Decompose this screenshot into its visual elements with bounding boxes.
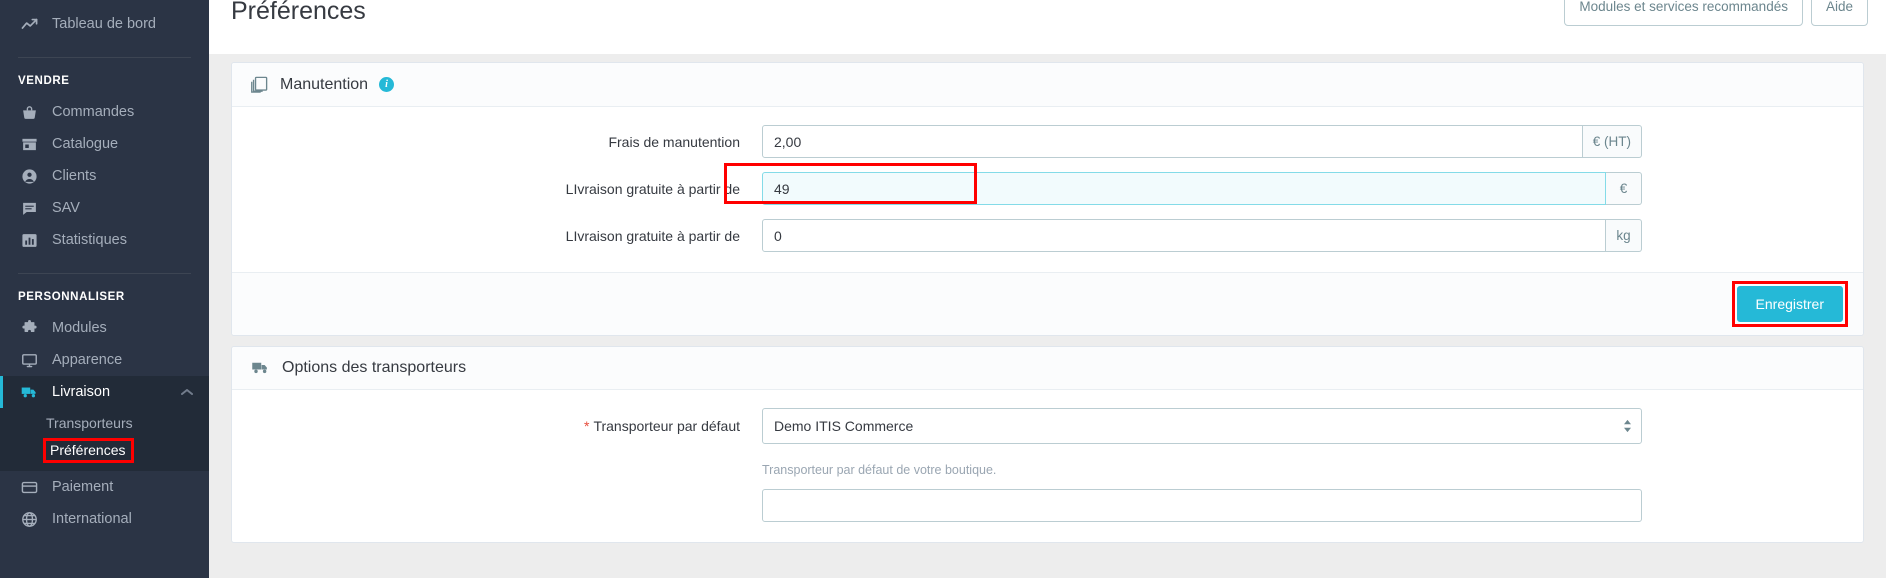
frais-de-manutention-input[interactable] — [762, 125, 1583, 158]
page-title: Préférences — [231, 0, 366, 25]
help-text-row: Transporteur par défaut de votre boutiqu… — [232, 458, 1863, 477]
chat-icon — [18, 199, 40, 217]
sidebar-item-label: Tableau de bord — [52, 16, 156, 32]
input-suffix-kg: kg — [1606, 219, 1642, 252]
main-content-area: Préférences Modules et services recomman… — [209, 0, 1886, 578]
trending-up-icon — [18, 15, 40, 33]
main-sidebar: Tableau de bord VENDRE Commandes Catalog… — [0, 0, 209, 578]
field-label: LIvraison gratuite à partir de — [565, 227, 740, 244]
sidebar-item-livraison[interactable]: Livraison — [0, 376, 209, 408]
truck-icon — [250, 359, 271, 377]
carrier-options-panel-title: Options des transporteurs — [282, 359, 467, 376]
sidebar-subitem-transporteurs[interactable]: Transporteurs — [0, 410, 209, 436]
input-group: € (HT) — [762, 125, 1642, 158]
sidebar-item-apparence[interactable]: Apparence — [0, 344, 209, 376]
basket-icon — [18, 103, 40, 121]
sidebar-item-label: Commandes — [52, 104, 135, 120]
globe-icon — [18, 510, 40, 528]
sidebar-item-statistiques[interactable]: Statistiques — [0, 224, 209, 256]
bar-chart-icon — [18, 231, 40, 249]
field-label: * Transporteur par défaut — [232, 418, 762, 434]
select-wrapper: Demo ITIS Commerce — [762, 408, 1642, 444]
input-suffix-euro: € — [1606, 172, 1642, 205]
sidebar-subitem-label: Transporteurs — [46, 415, 133, 431]
monitor-icon — [18, 351, 40, 369]
sidebar-item-paiement[interactable]: Paiement — [0, 471, 209, 503]
carrier-options-panel-header: Options des transporteurs — [232, 347, 1863, 390]
sidebar-item-sav[interactable]: SAV — [0, 192, 209, 224]
store-icon — [18, 135, 40, 153]
help-button[interactable]: Aide — [1810, 0, 1868, 26]
truck-icon — [18, 383, 40, 401]
input-group: kg — [762, 219, 1642, 252]
carrier-options-panel-body: * Transporteur par défaut Demo ITIS Comme… — [232, 390, 1863, 542]
form-row-livraison-gratuite-kg: LIvraison gratuite à partir de kg — [232, 219, 1863, 252]
sidebar-submenu-livraison: Transporteurs Préférences — [0, 408, 209, 471]
user-circle-icon — [18, 167, 40, 185]
sidebar-item-international[interactable]: International — [0, 503, 209, 535]
app-root: Tableau de bord VENDRE Commandes Catalog… — [0, 0, 1886, 578]
form-row-next-partial — [232, 489, 1863, 522]
sidebar-item-label: Livraison — [52, 384, 111, 400]
sidebar-item-catalogue[interactable]: Catalogue — [0, 128, 209, 160]
next-field-input[interactable] — [762, 489, 1642, 522]
sidebar-item-label: Catalogue — [52, 136, 119, 152]
sidebar-item-label: Statistiques — [52, 232, 127, 248]
page-header: Préférences Modules et services recomman… — [209, 0, 1886, 54]
livraison-gratuite-kg-input[interactable] — [762, 219, 1606, 252]
sidebar-group-title-personnaliser: PERSONNALISER — [18, 291, 125, 303]
input-group-partial — [762, 489, 1642, 522]
info-icon[interactable]: i — [379, 77, 395, 92]
livraison-gratuite-euro-input[interactable] — [762, 172, 1606, 205]
sidebar-item-tableau-de-bord[interactable]: Tableau de bord — [0, 8, 209, 40]
sidebar-item-clients[interactable]: Clients — [0, 160, 209, 192]
field-label-text: Transporteur par défaut — [593, 418, 740, 434]
recommended-modules-button[interactable]: Modules et services recommandés — [1564, 0, 1803, 26]
sidebar-subitem-label: Préférences — [42, 438, 135, 463]
form-row-transporteur-par-defaut: * Transporteur par défaut Demo ITIS Comme… — [232, 408, 1863, 444]
default-carrier-help-text: Transporteur par défaut de votre boutiqu… — [762, 463, 997, 477]
sidebar-group-title-vendre: VENDRE — [18, 75, 70, 87]
chevron-up-icon[interactable] — [181, 384, 193, 400]
header-actions: Modules et services recommandés Aide — [1564, 0, 1868, 26]
input-suffix-euro-ht: € (HT) — [1582, 125, 1642, 158]
sidebar-item-label: Apparence — [52, 352, 123, 368]
layers-icon — [250, 75, 269, 94]
manutention-panel-body: Frais de manutention € (HT) LIvraison gr… — [232, 107, 1863, 272]
sidebar-item-label: Modules — [52, 320, 107, 336]
sidebar-item-label: SAV — [52, 200, 80, 216]
manutention-panel-header: Manutention i — [232, 63, 1863, 107]
help-spacer — [232, 458, 762, 477]
save-button[interactable]: Enregistrer — [1736, 286, 1843, 322]
highlight-box-save-button: Enregistrer — [1731, 281, 1849, 327]
field-label: Frais de manutention — [608, 133, 740, 150]
sidebar-item-modules[interactable]: Modules — [0, 312, 209, 344]
field-label: LIvraison gratuite à partir de — [565, 180, 740, 197]
sidebar-item-label: International — [52, 511, 132, 527]
manutention-panel-title: Manutention — [280, 75, 369, 93]
manutention-panel: Manutention i Frais de manutention € (HT… — [231, 62, 1864, 336]
default-carrier-select[interactable]: Demo ITIS Commerce — [762, 408, 1642, 444]
form-row-livraison-gratuite-euro: LIvraison gratuite à partir de € — [232, 163, 1863, 205]
carrier-options-panel: Options des transporteurs * Transporteur … — [231, 346, 1864, 543]
credit-card-icon — [18, 478, 40, 496]
form-row-frais-de-manutention: Frais de manutention € (HT) — [232, 125, 1863, 158]
sidebar-subitem-preferences[interactable]: Préférences — [0, 436, 209, 465]
puzzle-icon — [18, 319, 40, 337]
input-group: € — [762, 172, 1642, 205]
manutention-panel-footer: Enregistrer — [232, 272, 1863, 335]
sidebar-item-label: Clients — [52, 168, 97, 184]
content-scroll-region: Manutention i Frais de manutention € (HT… — [209, 54, 1886, 543]
required-marker: * — [583, 418, 590, 434]
sidebar-item-commandes[interactable]: Commandes — [0, 96, 209, 128]
sidebar-item-label: Paiement — [52, 479, 114, 495]
